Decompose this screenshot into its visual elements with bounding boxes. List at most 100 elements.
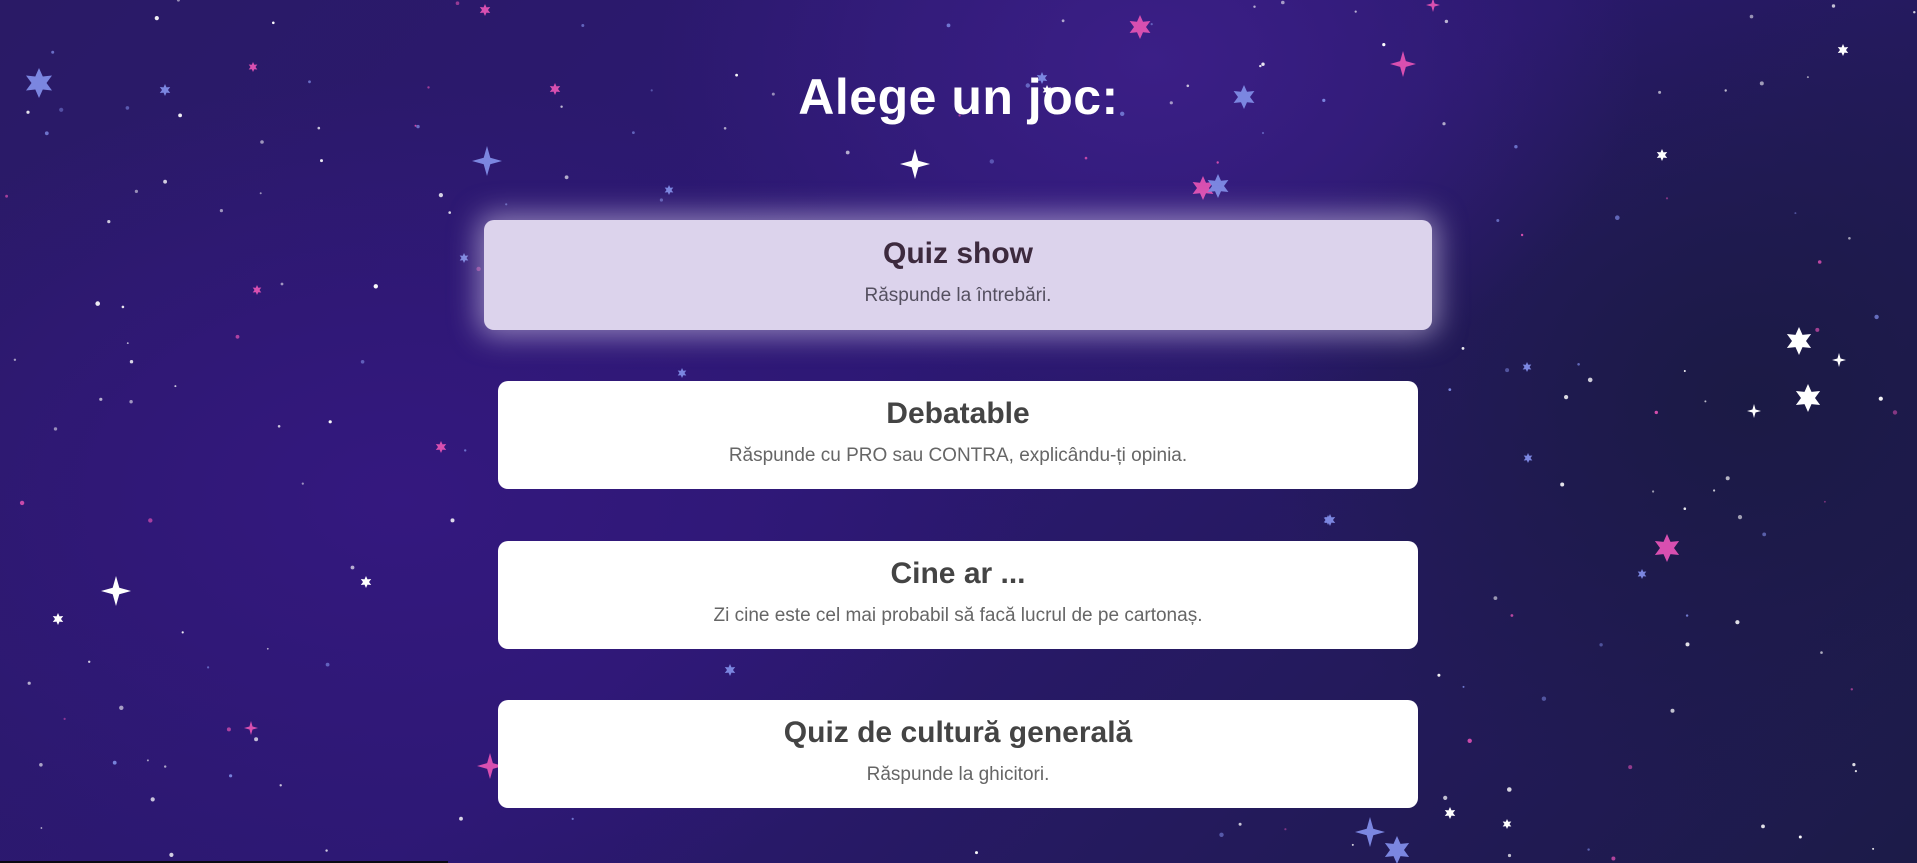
star-dot (169, 852, 174, 858)
star-dot (266, 647, 269, 650)
star-dot (146, 759, 149, 762)
game-card-description: Răspunde cu PRO sau CONTRA, explicându-ț… (728, 445, 1188, 466)
star-decoration (1522, 362, 1532, 372)
star-dot (226, 727, 231, 732)
star-dot (112, 760, 117, 765)
star-dot (280, 282, 284, 286)
star-decoration (1324, 514, 1336, 526)
star-dot (1261, 131, 1265, 135)
star-dot (13, 358, 17, 361)
star-decoration (1207, 174, 1229, 198)
star-dot (1848, 237, 1851, 240)
star-dot (438, 193, 443, 198)
star-dot (1628, 765, 1633, 770)
star-dot (1815, 327, 1820, 332)
star-decoration (1129, 15, 1151, 39)
star-dot (505, 203, 508, 206)
star-dot (88, 660, 91, 663)
game-card-cine-ar[interactable]: Cine ar ... Zi cine este cel mai probabi… (498, 541, 1418, 649)
star-decoration (459, 253, 469, 263)
star-decoration (1384, 836, 1410, 863)
star-decoration (1426, 0, 1440, 12)
star-dot (373, 284, 378, 289)
star-dot (1654, 410, 1659, 415)
star-dot (229, 774, 233, 778)
star-dot (1817, 260, 1822, 264)
star-decoration (677, 368, 687, 378)
star-dot (325, 849, 328, 852)
game-card-quiz-cultura-generala[interactable]: Quiz de cultură generală Răspunde la ghi… (498, 700, 1418, 808)
star-dot (1560, 482, 1565, 487)
star-dot (1913, 11, 1916, 14)
star-dot (19, 500, 25, 506)
game-card-title: Quiz show (883, 237, 1033, 270)
star-decoration (1786, 327, 1812, 355)
star-dot (1652, 490, 1655, 493)
star-dot (1462, 685, 1465, 688)
game-card-title: Debatable (886, 397, 1030, 430)
star-dot (946, 23, 951, 28)
star-dot (154, 16, 159, 21)
star-dot (1798, 835, 1802, 839)
star-dot (1725, 476, 1730, 481)
star-dot (455, 1, 460, 5)
star-dot (27, 681, 31, 685)
star-dot (989, 159, 994, 164)
star-decoration (1654, 534, 1680, 562)
star-dot (360, 360, 365, 364)
star-dot (40, 827, 43, 829)
game-card-title: Quiz de cultură generală (783, 716, 1133, 749)
star-dot (150, 797, 155, 802)
game-card-debatable[interactable]: Debatable Răspunde cu PRO sau CONTRA, ex… (498, 381, 1418, 489)
star-decoration (1192, 176, 1214, 200)
star-dot (1448, 388, 1452, 391)
star-dot (129, 360, 134, 364)
star-dot (163, 179, 168, 184)
star-dot (1520, 233, 1524, 237)
star-dot (1564, 395, 1569, 400)
star-dot (1704, 400, 1707, 403)
star-dot (1216, 161, 1219, 164)
star-dot (121, 305, 125, 309)
star-dot (1493, 596, 1498, 600)
star-dot (1611, 856, 1616, 861)
star-dot (129, 400, 133, 404)
star-dot (632, 131, 635, 135)
star-dot (1510, 614, 1514, 617)
page-title: Alege un joc: (798, 69, 1119, 125)
star-dot (1761, 824, 1765, 829)
star-dot (5, 194, 8, 198)
star-dot (1615, 215, 1620, 220)
star-decoration (1323, 515, 1333, 525)
star-dot (39, 763, 43, 767)
star-dot (1850, 688, 1854, 691)
star-dot (317, 126, 321, 130)
star-dot (1685, 642, 1690, 647)
star-dot (279, 784, 282, 787)
star-decoration (664, 185, 674, 195)
star-dot (1507, 853, 1512, 858)
star-dot (450, 518, 455, 523)
star-dot (845, 150, 850, 155)
star-decoration (435, 441, 447, 453)
star-dot (1794, 212, 1797, 215)
game-card-title: Cine ar ... (890, 557, 1026, 590)
game-card-description: Răspunde la întrebări. (864, 285, 1052, 306)
star-dot (1878, 396, 1883, 401)
star-dot (581, 24, 585, 27)
star-dot (1683, 370, 1686, 372)
game-card-quiz-show[interactable]: Quiz show Răspunde la întrebări. (484, 220, 1432, 330)
star-dot (148, 518, 153, 523)
star-dot (1261, 62, 1265, 66)
star-decoration (1444, 807, 1456, 819)
star-dot (1061, 19, 1065, 23)
star-dot (119, 705, 124, 710)
star-decoration (1656, 149, 1668, 161)
star-dot (1238, 822, 1242, 826)
star-dot (1507, 787, 1512, 792)
star-dot (1467, 738, 1472, 743)
star-dot (235, 334, 240, 339)
star-dot (476, 266, 481, 272)
star-dot (176, 0, 180, 2)
star-dot (1892, 410, 1898, 415)
